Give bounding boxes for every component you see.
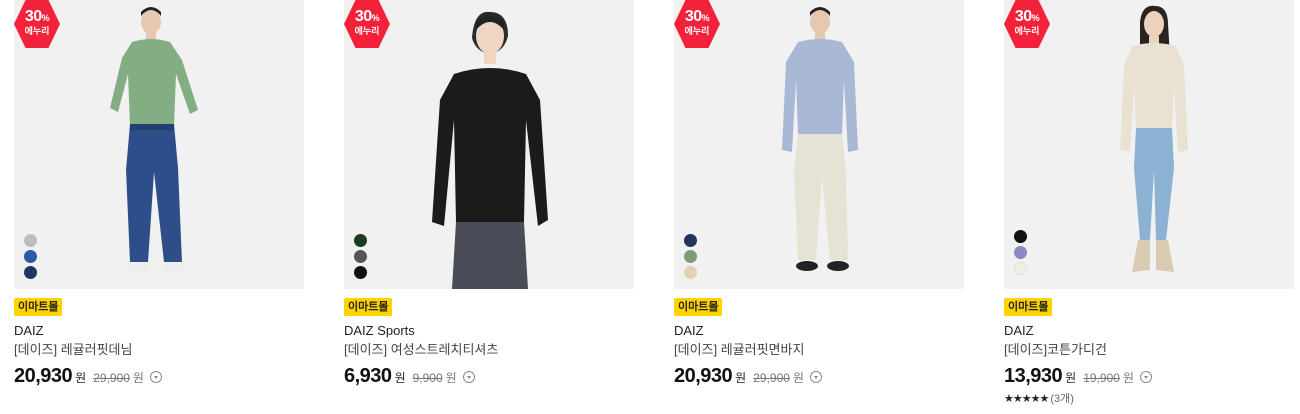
sale-price: 20,930 bbox=[14, 365, 73, 387]
original-price: 29,900 bbox=[753, 371, 790, 385]
mall-badge: 이마트몰 bbox=[674, 298, 723, 316]
color-swatch[interactable] bbox=[684, 266, 697, 279]
product-brand[interactable]: DAIZ bbox=[14, 322, 304, 340]
color-swatch[interactable] bbox=[24, 234, 37, 247]
sale-price: 13,930 bbox=[1004, 365, 1063, 387]
original-price-unit: 원 bbox=[1122, 371, 1134, 385]
mall-badge: 이마트몰 bbox=[344, 298, 393, 316]
product-title[interactable]: [데이즈]코튼가디건 bbox=[1004, 341, 1294, 359]
price-unit: 원 bbox=[394, 371, 406, 385]
color-swatches bbox=[354, 234, 367, 279]
price-unit: 원 bbox=[75, 371, 87, 385]
review-count: (3개) bbox=[1050, 393, 1074, 405]
color-swatch[interactable] bbox=[684, 234, 697, 247]
product-brand[interactable]: DAIZ Sports bbox=[344, 322, 634, 340]
color-swatch[interactable] bbox=[1014, 230, 1027, 243]
color-swatch[interactable] bbox=[354, 234, 367, 247]
product-title[interactable]: [데이즈] 레귤러핏면바지 bbox=[674, 341, 964, 359]
color-swatch[interactable] bbox=[24, 250, 37, 263]
color-swatches bbox=[1014, 230, 1027, 275]
product-image[interactable]: 30% 에누리 bbox=[14, 0, 304, 289]
product-image[interactable]: 30% 에누리 bbox=[674, 0, 964, 289]
color-swatch[interactable] bbox=[1014, 262, 1027, 275]
color-swatch[interactable] bbox=[354, 250, 367, 263]
color-swatch[interactable] bbox=[24, 266, 37, 279]
mall-badge: 이마트몰 bbox=[1004, 298, 1053, 316]
price-row: 20,930 원 29,900 원 bbox=[674, 365, 964, 388]
color-swatch[interactable] bbox=[1014, 246, 1027, 259]
original-price: 29,900 bbox=[93, 371, 130, 385]
product-photo-tshirt bbox=[432, 11, 548, 289]
original-price: 9,900 bbox=[412, 371, 443, 385]
product-photo-pants bbox=[782, 7, 858, 271]
product-photo-denim bbox=[110, 7, 198, 273]
product-image[interactable]: 30% 에누리 bbox=[344, 0, 634, 289]
product-grid: 30% 에누리 이마트몰 DAIZ [데이즈] 레귤러핏데님 20,930 원 … bbox=[0, 0, 1300, 414]
product-rating[interactable]: ★★★★★ (3개) bbox=[1004, 390, 1294, 406]
product-title[interactable]: [데이즈] 레귤러핏데님 bbox=[14, 341, 304, 359]
price-unit: 원 bbox=[735, 371, 747, 385]
price-info-icon[interactable] bbox=[809, 371, 822, 383]
original-price: 19,900 bbox=[1083, 371, 1120, 385]
color-swatch[interactable] bbox=[684, 250, 697, 263]
product-brand[interactable]: DAIZ bbox=[1004, 322, 1294, 340]
sale-price: 20,930 bbox=[674, 365, 733, 387]
product-image[interactable]: 30% 에누리 bbox=[1004, 0, 1294, 289]
sale-price: 6,930 bbox=[344, 365, 392, 387]
product-photo-cardigan bbox=[1120, 5, 1188, 272]
price-unit: 원 bbox=[1065, 371, 1077, 385]
original-price-unit: 원 bbox=[792, 371, 804, 385]
price-info-icon[interactable] bbox=[1139, 371, 1152, 383]
product-card[interactable]: 30% 에누리 이마트몰 DAIZ [데이즈] 레귤러핏면바지 20,930 원… bbox=[674, 0, 964, 388]
color-swatches bbox=[24, 234, 37, 279]
mall-badge: 이마트몰 bbox=[14, 298, 63, 316]
product-title[interactable]: [데이즈] 여성스트레치티셔츠 bbox=[344, 341, 634, 359]
color-swatch[interactable] bbox=[354, 266, 367, 279]
product-brand[interactable]: DAIZ bbox=[674, 322, 964, 340]
star-rating-icon: ★★★★★ bbox=[1004, 392, 1049, 405]
original-price-unit: 원 bbox=[445, 371, 457, 385]
price-row: 13,930 원 19,900 원 bbox=[1004, 365, 1294, 388]
original-price-unit: 원 bbox=[132, 371, 144, 385]
product-card[interactable]: 30% 에누리 이마트몰 DAIZ [데이즈] 레귤러핏데님 20,930 원 … bbox=[14, 0, 304, 388]
price-row: 6,930 원 9,900 원 bbox=[344, 365, 634, 388]
product-card[interactable]: 30% 에누리 이마트몰 DAIZ Sports [데이즈] 여성스트레치티셔츠… bbox=[344, 0, 634, 388]
price-info-icon[interactable] bbox=[462, 371, 475, 383]
product-card[interactable]: 30% 에누리 이마트몰 DAIZ [데이즈]코튼가디건 13,930 원 19… bbox=[1004, 0, 1294, 406]
color-swatches bbox=[684, 234, 697, 279]
price-info-icon[interactable] bbox=[149, 371, 162, 383]
price-row: 20,930 원 29,900 원 bbox=[14, 365, 304, 388]
